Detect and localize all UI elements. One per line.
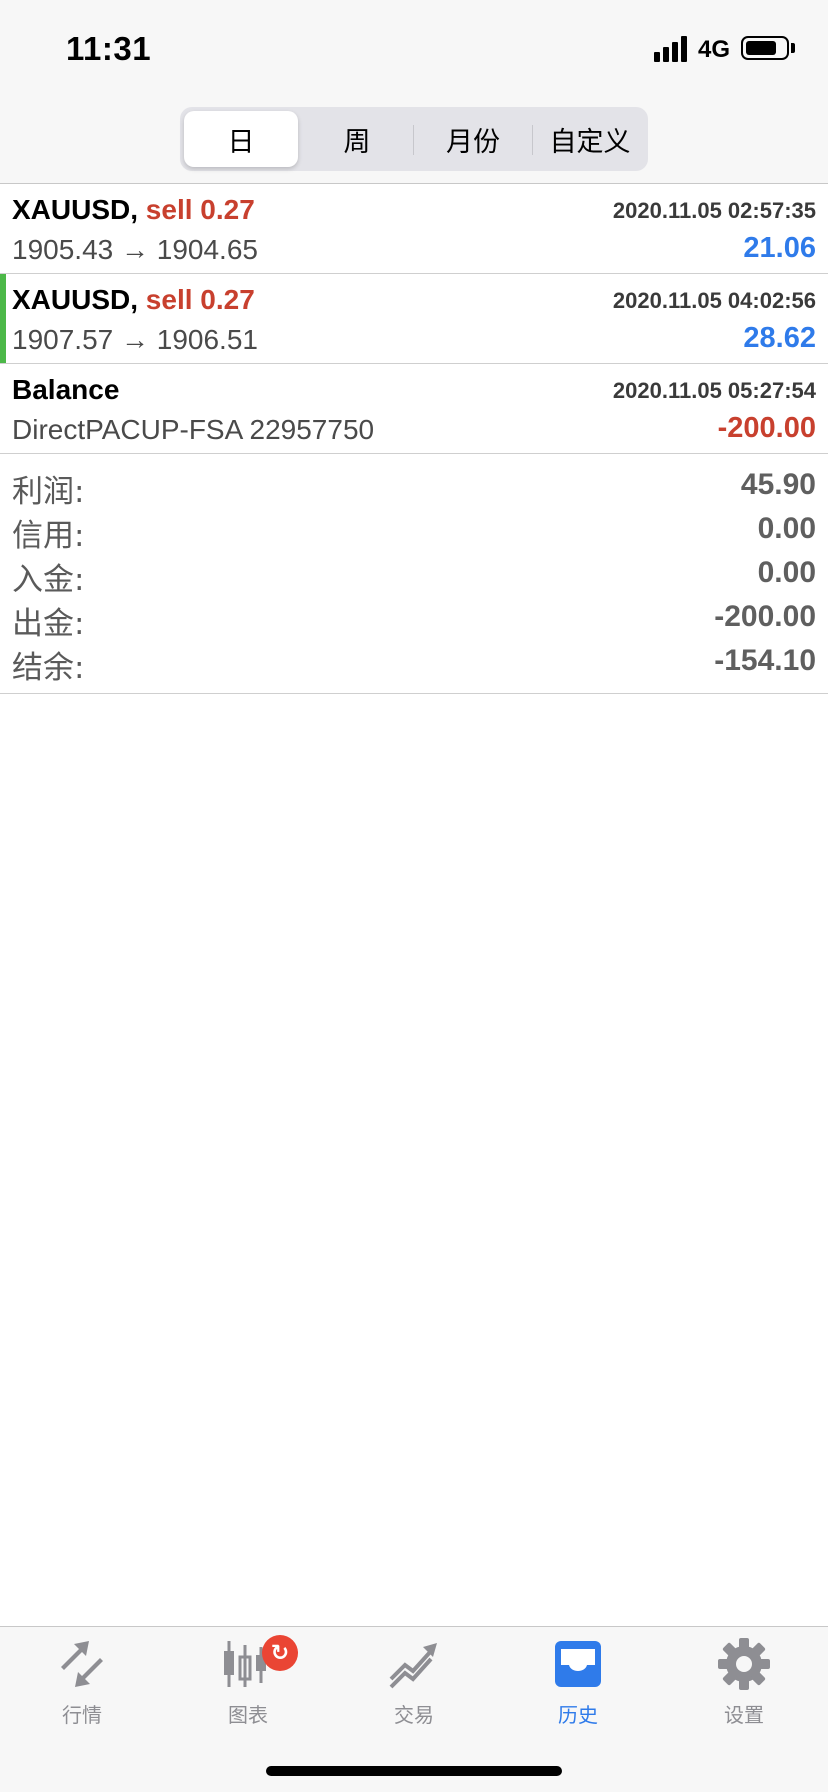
tab-label: 交易	[394, 1703, 434, 1727]
summary-label: 入金:	[12, 562, 85, 598]
cellular-signal-icon	[654, 36, 688, 62]
summary-value: 0.00	[757, 556, 816, 589]
summary-value: -200.00	[714, 600, 816, 633]
deal-amount: -200.00	[717, 412, 816, 444]
summary-value: 0.00	[757, 512, 816, 545]
nav-bar: 日 周 月份 自定义	[0, 96, 828, 184]
deal-symbol-name: XAUUSD,	[12, 194, 139, 225]
summary-value: -154.10	[714, 644, 816, 677]
trade-trend-icon	[389, 1643, 437, 1689]
tab-trade[interactable]: 交易	[354, 1637, 474, 1737]
tab-history[interactable]: 历史	[518, 1637, 638, 1737]
deal-prices: 1907.57 → 1906.51	[12, 324, 258, 355]
summary-section: 利润: 45.90 信用: 0.00 入金: 0.00 出金: -200.00 …	[0, 454, 828, 694]
summary-label: 利润:	[12, 474, 85, 510]
tab-quotes[interactable]: 行情	[22, 1637, 142, 1737]
tab-charts[interactable]: ↻ 图表	[188, 1635, 308, 1737]
tab-label: 设置	[724, 1703, 764, 1727]
deal-time: 2020.11.05 02:57:35	[612, 198, 816, 223]
deal-symbol-name: Balance	[12, 374, 120, 405]
deal-time: 2020.11.05 05:27:54	[612, 378, 816, 403]
segment-divider	[532, 125, 533, 155]
refresh-badge-icon: ↻	[262, 1635, 298, 1671]
summary-profit: 利润: 45.90	[0, 466, 828, 510]
summary-withdrawal: 出金: -200.00	[0, 598, 828, 642]
tab-label: 行情	[62, 1703, 102, 1727]
segment-week[interactable]: 周	[300, 111, 414, 167]
deal-comment: DirectPACUP-FSA 22957750	[12, 414, 375, 445]
balance-row[interactable]: Balance 2020.11.05 05:27:54 DirectPACUP-…	[0, 364, 828, 454]
segment-day[interactable]: 日	[184, 111, 298, 167]
deal-profit: 21.06	[743, 232, 816, 264]
network-type: 4G	[698, 36, 731, 63]
quotes-arrows-icon	[61, 1641, 103, 1687]
summary-label: 出金:	[12, 606, 85, 642]
segment-custom[interactable]: 自定义	[535, 111, 645, 167]
deal-row[interactable]: XAUUSD, sell 0.27 2020.11.05 04:02:56 19…	[0, 274, 828, 364]
status-time: 11:31	[66, 30, 152, 67]
summary-balance: 结余: -154.10	[0, 642, 828, 686]
status-bar: 11:31 4G	[0, 0, 828, 96]
battery-cap	[791, 43, 795, 53]
battery-icon	[741, 36, 789, 60]
deal-symbol: Balance	[12, 374, 119, 406]
summary-label: 信用:	[12, 518, 85, 554]
deal-profit: 28.62	[743, 322, 816, 354]
deal-side: sell 0.27	[145, 194, 255, 225]
deal-symbol: XAUUSD, sell 0.27	[12, 194, 255, 226]
settings-gear-icon	[718, 1638, 770, 1690]
summary-deposit: 入金: 0.00	[0, 554, 828, 598]
tab-settings[interactable]: 设置	[684, 1637, 804, 1737]
history-inbox-icon	[555, 1641, 601, 1687]
deal-symbol-name: XAUUSD,	[12, 284, 139, 315]
deal-time: 2020.11.05 04:02:56	[612, 288, 816, 313]
segment-month[interactable]: 月份	[416, 111, 530, 167]
summary-credit: 信用: 0.00	[0, 510, 828, 554]
deal-prices: 1905.43 → 1904.65	[12, 234, 258, 265]
summary-label: 结余:	[12, 650, 85, 686]
deal-side: sell 0.27	[145, 284, 255, 315]
tab-label: 图表	[228, 1703, 268, 1727]
home-indicator	[266, 1766, 562, 1776]
deal-symbol: XAUUSD, sell 0.27	[12, 284, 255, 316]
period-segmented-control: 日 周 月份 自定义	[180, 107, 648, 171]
tab-label: 历史	[558, 1703, 598, 1727]
summary-value: 45.90	[740, 468, 816, 501]
deal-row[interactable]: XAUUSD, sell 0.27 2020.11.05 02:57:35 19…	[0, 184, 828, 274]
